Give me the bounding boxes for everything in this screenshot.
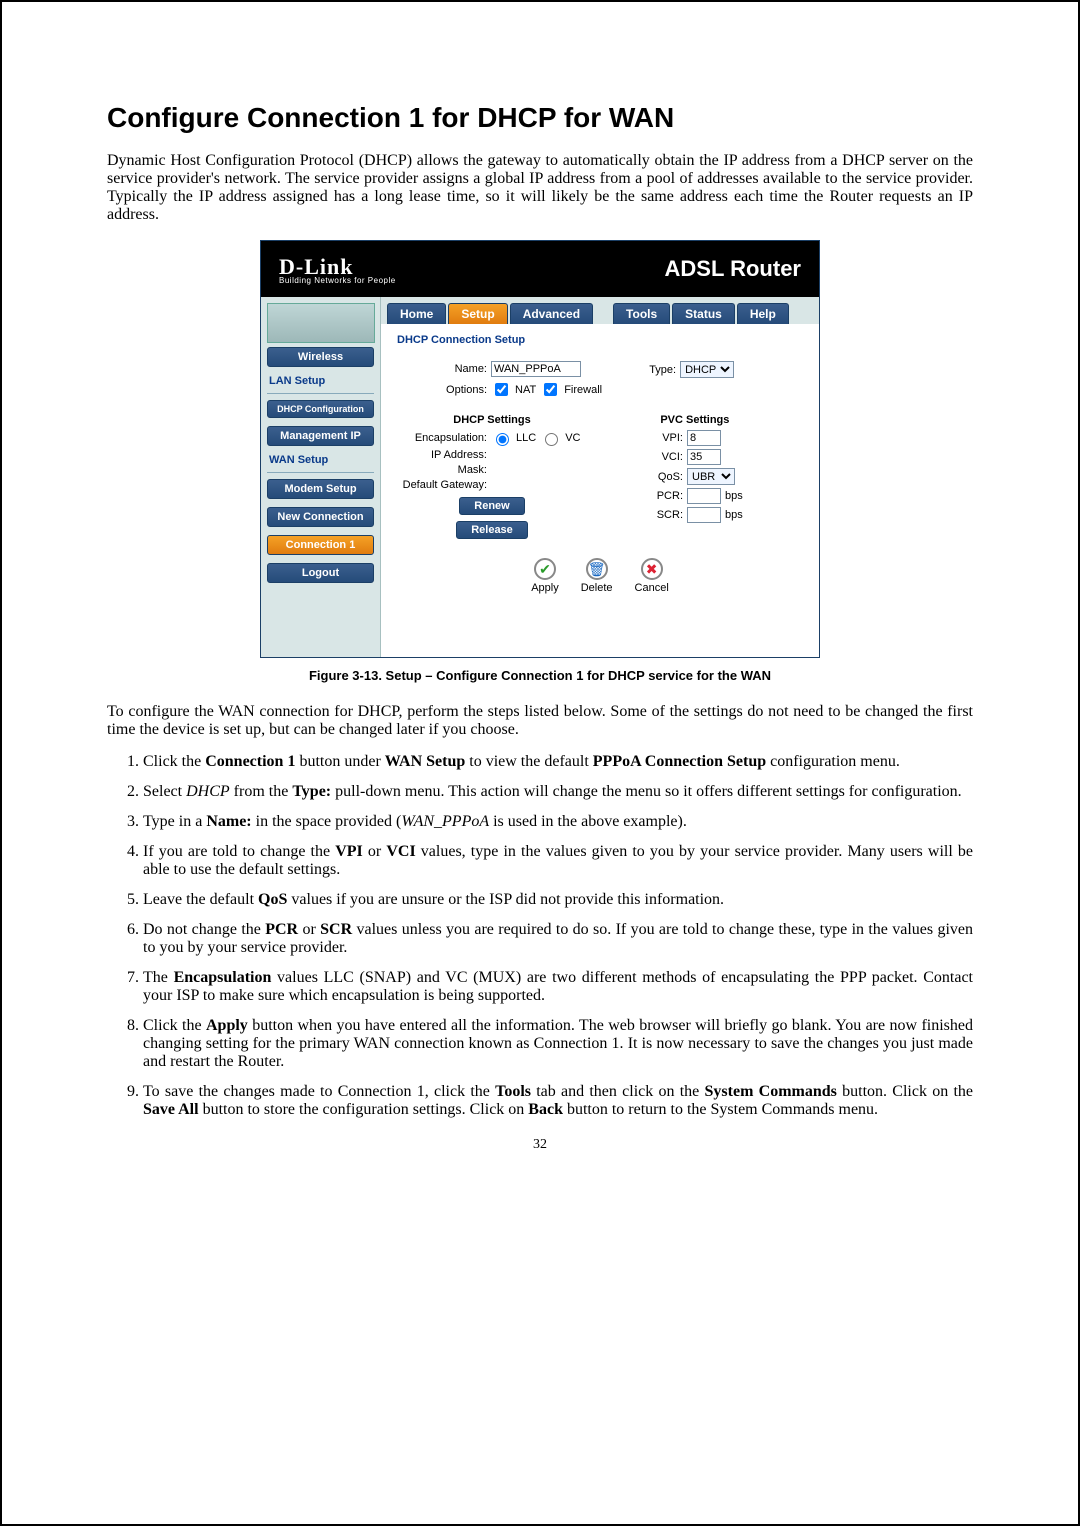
router-screenshot: D-Link Building Networks for People ADSL…	[107, 240, 973, 658]
type-label: Type:	[642, 364, 676, 376]
qos-label: QoS:	[647, 471, 683, 483]
step-9: To save the changes made to Connection 1…	[143, 1083, 973, 1119]
ip-address-label: IP Address:	[397, 449, 487, 461]
name-label: Name:	[397, 363, 487, 375]
sidebar-dhcp-config-button[interactable]: DHCP Configuration	[267, 400, 374, 418]
vc-radio[interactable]	[545, 433, 558, 446]
brand-logo: D-Link Building Networks for People	[279, 254, 396, 285]
pcr-input[interactable]	[687, 488, 721, 504]
vc-label: VC	[565, 432, 580, 444]
mask-label: Mask:	[397, 464, 487, 476]
steps-list: Click the Connection 1 button under WAN …	[143, 753, 973, 1119]
dhcp-settings-heading: DHCP Settings	[397, 414, 587, 426]
pcr-label: PCR:	[647, 490, 683, 502]
renew-button[interactable]: Renew	[459, 497, 524, 515]
vci-input[interactable]	[687, 449, 721, 465]
scr-input[interactable]	[687, 507, 721, 523]
step-1: Click the Connection 1 button under WAN …	[143, 753, 973, 771]
step-6: Do not change the PCR or SCR values unle…	[143, 921, 973, 957]
sidebar-lan-heading: LAN Setup	[269, 375, 374, 387]
panel-title: DHCP Connection Setup	[397, 334, 803, 346]
tab-help[interactable]: Help	[737, 303, 789, 324]
page-title: Configure Connection 1 for DHCP for WAN	[107, 102, 973, 134]
sidebar-wireless-button[interactable]: Wireless	[267, 347, 374, 367]
llc-radio[interactable]	[496, 433, 509, 446]
delete-button[interactable]: 🗑 Delete	[581, 558, 613, 594]
step-5: Leave the default QoS values if you are …	[143, 891, 973, 909]
apply-button[interactable]: ✔ Apply	[531, 558, 559, 594]
firewall-label: Firewall	[564, 384, 602, 396]
encapsulation-label: Encapsulation:	[397, 432, 487, 444]
step-8: Click the Apply button when you have ent…	[143, 1017, 973, 1071]
firewall-checkbox[interactable]	[544, 383, 557, 396]
router-title: ADSL Router	[665, 256, 802, 282]
llc-label: LLC	[516, 432, 536, 444]
sidebar-logout-button[interactable]: Logout	[267, 563, 374, 583]
qos-select[interactable]: UBR	[687, 468, 735, 485]
cancel-button[interactable]: ✖ Cancel	[635, 558, 669, 594]
step-3: Type in a Name: in the space provided (W…	[143, 813, 973, 831]
check-icon: ✔	[534, 558, 556, 580]
trash-icon: 🗑	[586, 558, 608, 580]
sidebar-new-connection-button[interactable]: New Connection	[267, 507, 374, 527]
sidebar-management-ip-button[interactable]: Management IP	[267, 426, 374, 446]
step-7: The Encapsulation values LLC (SNAP) and …	[143, 969, 973, 1005]
sidebar-connection-1-button[interactable]: Connection 1	[267, 535, 374, 555]
options-label: Options:	[397, 384, 487, 396]
step-2: Select DHCP from the Type: pull-down men…	[143, 783, 973, 801]
tab-setup[interactable]: Setup	[448, 303, 507, 324]
figure-caption: Figure 3-13. Setup – Configure Connectio…	[107, 668, 973, 683]
close-icon: ✖	[641, 558, 663, 580]
scr-unit: bps	[725, 509, 743, 521]
sidebar-modem-setup-button[interactable]: Modem Setup	[267, 479, 374, 499]
nat-label: NAT	[515, 384, 536, 396]
name-input[interactable]	[491, 361, 581, 377]
tab-tools[interactable]: Tools	[613, 303, 670, 324]
product-image	[267, 303, 375, 343]
release-button[interactable]: Release	[456, 521, 528, 539]
vpi-input[interactable]	[687, 430, 721, 446]
step-4: If you are told to change the VPI or VCI…	[143, 843, 973, 879]
tab-advanced[interactable]: Advanced	[510, 303, 593, 324]
default-gateway-label: Default Gateway:	[397, 479, 487, 491]
instructions-intro: To configure the WAN connection for DHCP…	[107, 703, 973, 739]
scr-label: SCR:	[647, 509, 683, 521]
vpi-label: VPI:	[647, 432, 683, 444]
type-select[interactable]: DHCP	[680, 361, 734, 378]
pcr-unit: bps	[725, 490, 743, 502]
page-number: 32	[107, 1137, 973, 1153]
pvc-settings-heading: PVC Settings	[647, 414, 743, 426]
tab-home[interactable]: Home	[387, 303, 446, 324]
tab-status[interactable]: Status	[672, 303, 735, 324]
vci-label: VCI:	[647, 451, 683, 463]
sidebar-wan-heading: WAN Setup	[269, 454, 374, 466]
intro-paragraph: Dynamic Host Configuration Protocol (DHC…	[107, 152, 973, 224]
nat-checkbox[interactable]	[495, 383, 508, 396]
